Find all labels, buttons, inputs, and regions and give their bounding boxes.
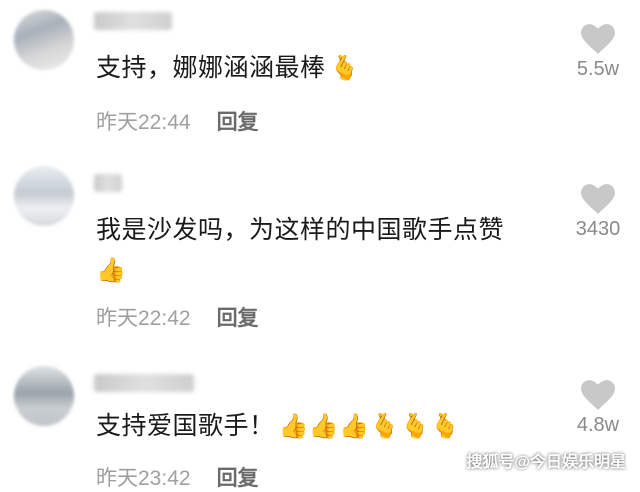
emoji-sequence: 👍👍👍🫰🫰🫰 (278, 413, 461, 440)
comment-time: 昨天23:42 (96, 467, 191, 490)
like-group[interactable]: 3430 (568, 184, 628, 241)
reply-button[interactable]: 回复 (217, 467, 259, 490)
like-group[interactable]: 4.8w (568, 380, 628, 437)
comment-item: 我是沙发吗，为这样的中国歌手点赞 👍 昨天22:42 回复 3430 (0, 150, 640, 350)
heart-icon[interactable] (568, 184, 628, 214)
thumbs-up-emoji: 👍 (96, 257, 127, 284)
heart-icon[interactable] (568, 24, 628, 54)
watermark: 搜狐号@今日娱乐明星 (466, 454, 626, 471)
comment-text-body: 我是沙发吗，为这样的中国歌手点赞 (96, 216, 505, 244)
heart-fingers-emoji: 🫰 (329, 55, 360, 82)
username[interactable] (94, 12, 172, 30)
comment-text: 支持，娜娜涵涵最棒 🫰 (96, 48, 360, 89)
heart-icon[interactable] (568, 380, 628, 410)
comment-text-body: 支持爱国歌手！ (96, 412, 275, 440)
username[interactable] (94, 374, 194, 392)
comment-meta: 昨天22:44 回复 (96, 106, 259, 136)
like-count: 3430 (575, 218, 621, 240)
avatar[interactable] (14, 166, 74, 226)
username[interactable] (94, 174, 122, 192)
avatar[interactable] (14, 366, 74, 426)
comment-item: 支持，娜娜涵涵最棒 🫰 昨天22:44 回复 5.5w (0, 0, 640, 150)
comment-meta: 昨天22:42 回复 (96, 302, 259, 332)
reply-button[interactable]: 回复 (217, 111, 259, 134)
like-count: 5.5w (576, 58, 620, 80)
comment-time: 昨天22:42 (96, 307, 191, 330)
like-group[interactable]: 5.5w (568, 24, 628, 81)
comment-text: 支持爱国歌手！ 👍👍👍🫰🫰🫰 (96, 406, 461, 447)
comment-time: 昨天22:44 (96, 111, 191, 134)
avatar[interactable] (14, 10, 74, 70)
comment-text-body: 支持，娜娜涵涵最棒 (96, 54, 326, 82)
comment-text: 我是沙发吗，为这样的中国歌手点赞 👍 (96, 210, 556, 291)
comment-meta: 昨天23:42 回复 (96, 462, 259, 492)
reply-button[interactable]: 回复 (217, 307, 259, 330)
like-count: 4.8w (576, 414, 620, 436)
